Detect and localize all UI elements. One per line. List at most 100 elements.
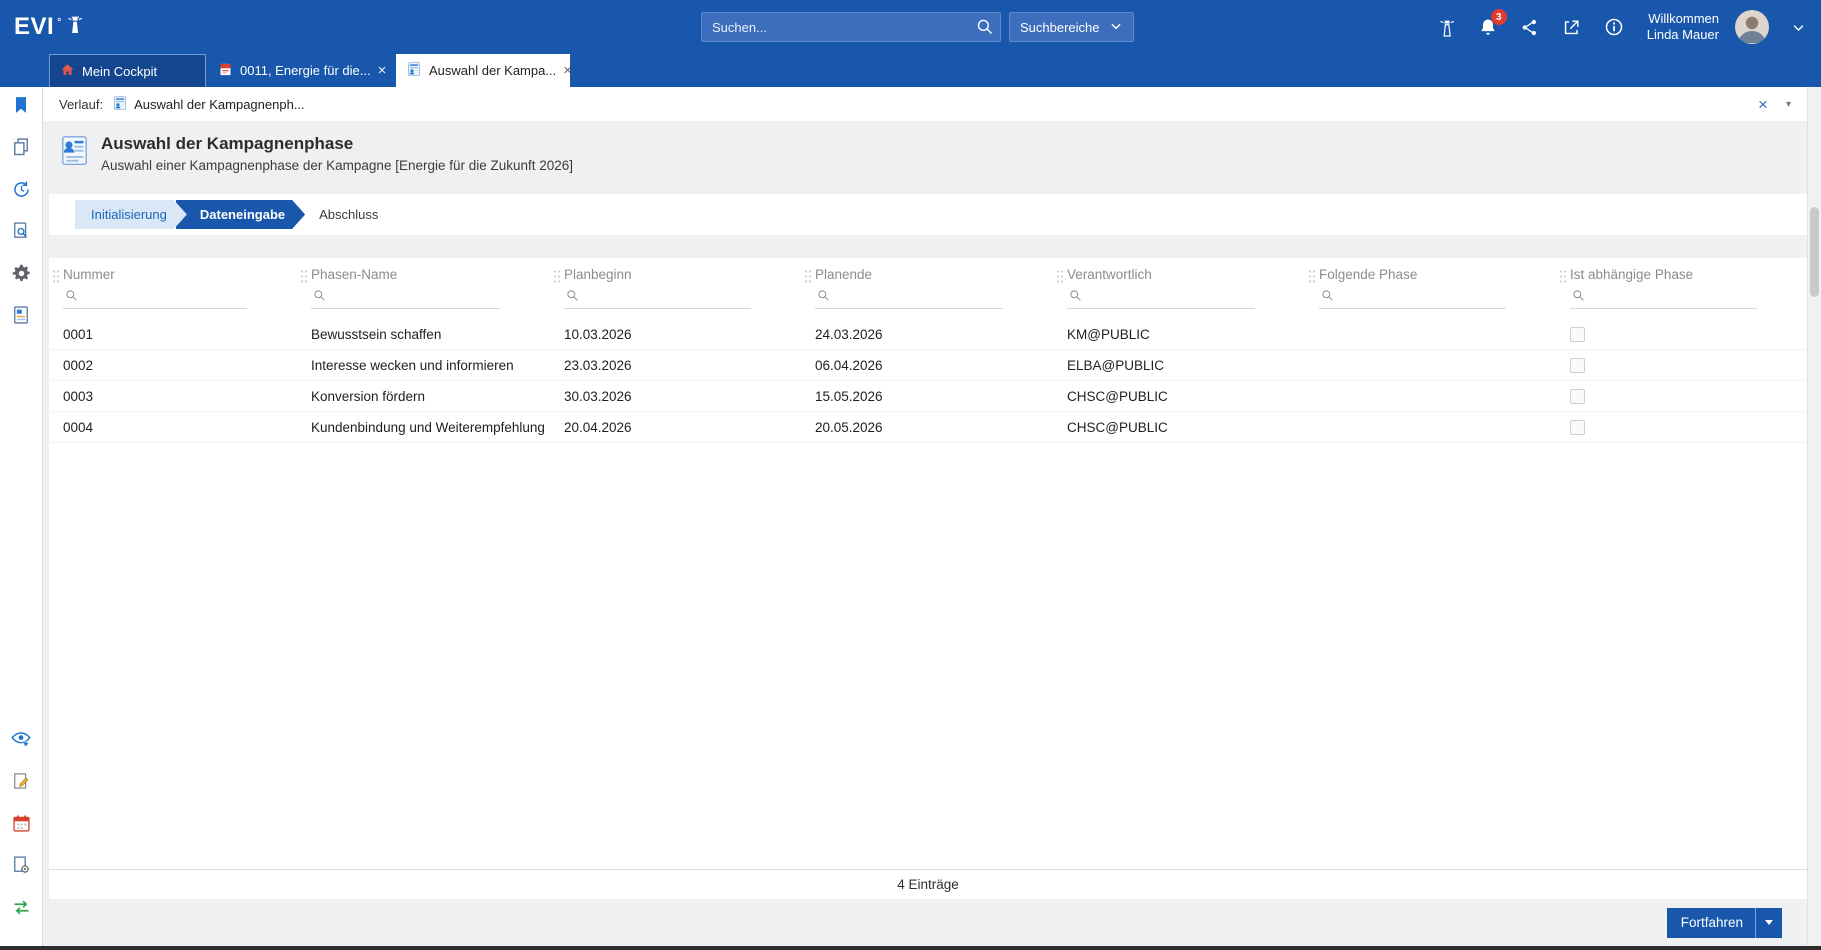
cell-planbeginn: 30.03.2026: [550, 389, 801, 404]
table-row[interactable]: 0002 Interesse wecken und informieren 23…: [49, 350, 1807, 381]
tab-mein-cockpit[interactable]: Mein Cockpit: [49, 54, 206, 87]
column-filter[interactable]: [815, 287, 1003, 309]
page-icon: [58, 134, 91, 180]
report-icon[interactable]: [9, 303, 33, 327]
history-caret-icon[interactable]: ▾: [1786, 99, 1791, 110]
column-filter[interactable]: [564, 287, 751, 309]
cell-planbeginn: 10.03.2026: [550, 327, 801, 342]
wizard-step-dateneingabe[interactable]: Dateneingabe: [176, 200, 305, 229]
column-label[interactable]: Phasen-Name: [311, 267, 550, 282]
column-header-planbeginn[interactable]: Planbeginn: [550, 267, 801, 319]
column-label[interactable]: Nummer: [63, 267, 297, 282]
document-gear-icon[interactable]: [9, 853, 33, 877]
column-header-ist-abhaengige-phase[interactable]: Ist abhängige Phase: [1556, 267, 1807, 319]
column-drag-handle-icon[interactable]: [804, 269, 812, 287]
history-icon[interactable]: [9, 177, 33, 201]
filter-search-icon: [1069, 289, 1082, 305]
tab-kampagne[interactable]: 0011, Energie für die... ×: [208, 54, 394, 87]
column-drag-handle-icon[interactable]: [553, 269, 561, 287]
filter-search-icon: [65, 289, 78, 305]
notifications-button[interactable]: 3: [1475, 14, 1501, 40]
window-bottom-edge: [0, 946, 1821, 950]
lighthouse-logo-icon: [65, 13, 83, 42]
user-avatar[interactable]: [1735, 10, 1769, 44]
beacon-button[interactable]: [1433, 14, 1459, 40]
column-drag-handle-icon[interactable]: [300, 269, 308, 287]
row-checkbox[interactable]: [1570, 358, 1585, 373]
info-button[interactable]: [1601, 14, 1627, 40]
share-button[interactable]: [1517, 14, 1543, 40]
logo-text: EVI: [14, 13, 54, 41]
scrollbar-thumb[interactable]: [1810, 207, 1819, 297]
close-icon[interactable]: ×: [1758, 96, 1768, 113]
column-header-planende[interactable]: Planende: [801, 267, 1053, 319]
cell-phasen-name: Konversion fördern: [297, 389, 550, 404]
filter-search-icon: [817, 289, 830, 305]
column-filter[interactable]: [63, 287, 247, 309]
filter-search-icon: [1572, 289, 1585, 305]
continue-button[interactable]: Fortfahren: [1667, 908, 1782, 938]
table-row[interactable]: 0004 Kundenbindung und Weiterempfehlung …: [49, 412, 1807, 443]
column-filter[interactable]: [1570, 287, 1757, 309]
tab-kampagnenphase-active[interactable]: Auswahl der Kampa... ×: [396, 54, 570, 87]
wizard-steps: Initialisierung Dateneingabe Abschluss: [49, 194, 1807, 235]
swap-arrows-icon[interactable]: [9, 895, 33, 919]
column-drag-handle-icon[interactable]: [1056, 269, 1064, 287]
global-search[interactable]: [701, 12, 1001, 42]
copy-icon[interactable]: [9, 135, 33, 159]
cell-verantwortlich: CHSC@PUBLIC: [1053, 420, 1305, 435]
column-label[interactable]: Ist abhängige Phase: [1570, 267, 1807, 282]
search-icon[interactable]: [976, 18, 994, 39]
column-drag-handle-icon[interactable]: [1308, 269, 1316, 287]
table-row[interactable]: 0001 Bewusstsein schaffen 10.03.2026 24.…: [49, 319, 1807, 350]
step-label: Dateneingabe: [200, 207, 285, 222]
tab-label: Auswahl der Kampa...: [429, 63, 556, 78]
row-checkbox[interactable]: [1570, 327, 1585, 342]
entry-count: 4 Einträge: [49, 869, 1807, 899]
search-areas-dropdown[interactable]: Suchbereiche: [1009, 12, 1134, 42]
search-input[interactable]: [701, 12, 1001, 42]
column-label[interactable]: Verantwortlich: [1067, 267, 1305, 282]
column-header-nummer[interactable]: Nummer: [49, 267, 297, 319]
column-header-phasen-name[interactable]: Phasen-Name: [297, 267, 550, 319]
column-drag-handle-icon[interactable]: [1559, 269, 1567, 287]
logo-degree: °: [57, 17, 62, 28]
page-header: Auswahl der Kampagnenphase Auswahl einer…: [43, 121, 1807, 194]
vertical-scrollbar[interactable]: [1807, 87, 1821, 946]
column-label[interactable]: Planende: [815, 267, 1053, 282]
step-label: Initialisierung: [91, 207, 167, 222]
column-header-verantwortlich[interactable]: Verantwortlich: [1053, 267, 1305, 319]
user-menu-chevron-icon[interactable]: [1785, 14, 1811, 40]
history-item[interactable]: Auswahl der Kampagnenph...: [112, 95, 305, 114]
sidebar: [0, 87, 43, 946]
continue-menu-caret[interactable]: [1755, 908, 1782, 938]
tab-close-icon[interactable]: ×: [378, 63, 387, 78]
table-row[interactable]: 0003 Konversion fördern 30.03.2026 15.05…: [49, 381, 1807, 412]
column-filter[interactable]: [311, 287, 500, 309]
history-item-label: Auswahl der Kampagnenph...: [134, 97, 305, 112]
document-search-icon[interactable]: [9, 219, 33, 243]
wizard-step-abschluss[interactable]: Abschluss: [301, 200, 396, 229]
phase-doc-icon: [406, 61, 422, 80]
home-icon: [60, 62, 75, 80]
column-drag-handle-icon[interactable]: [52, 269, 60, 287]
eye-star-icon[interactable]: [9, 727, 33, 751]
column-label[interactable]: Folgende Phase: [1319, 267, 1556, 282]
column-label[interactable]: Planbeginn: [564, 267, 801, 282]
cell-planende: 20.05.2026: [801, 420, 1053, 435]
column-header-folgende-phase[interactable]: Folgende Phase: [1305, 267, 1556, 319]
gear-icon[interactable]: [9, 261, 33, 285]
column-filter[interactable]: [1319, 287, 1506, 309]
calendar-icon[interactable]: [9, 811, 33, 835]
topbar-actions: 3 Willkommen Linda Mauer: [1433, 0, 1811, 54]
column-filter[interactable]: [1067, 287, 1255, 309]
row-checkbox[interactable]: [1570, 389, 1585, 404]
row-checkbox[interactable]: [1570, 420, 1585, 435]
tab-close-icon[interactable]: ×: [563, 63, 572, 78]
wizard-step-initialisierung[interactable]: Initialisierung: [75, 200, 187, 229]
open-external-button[interactable]: [1559, 14, 1585, 40]
note-edit-icon[interactable]: [9, 769, 33, 793]
bookmark-icon[interactable]: [9, 93, 33, 117]
cell-nummer: 0001: [49, 327, 297, 342]
cell-verantwortlich: CHSC@PUBLIC: [1053, 389, 1305, 404]
